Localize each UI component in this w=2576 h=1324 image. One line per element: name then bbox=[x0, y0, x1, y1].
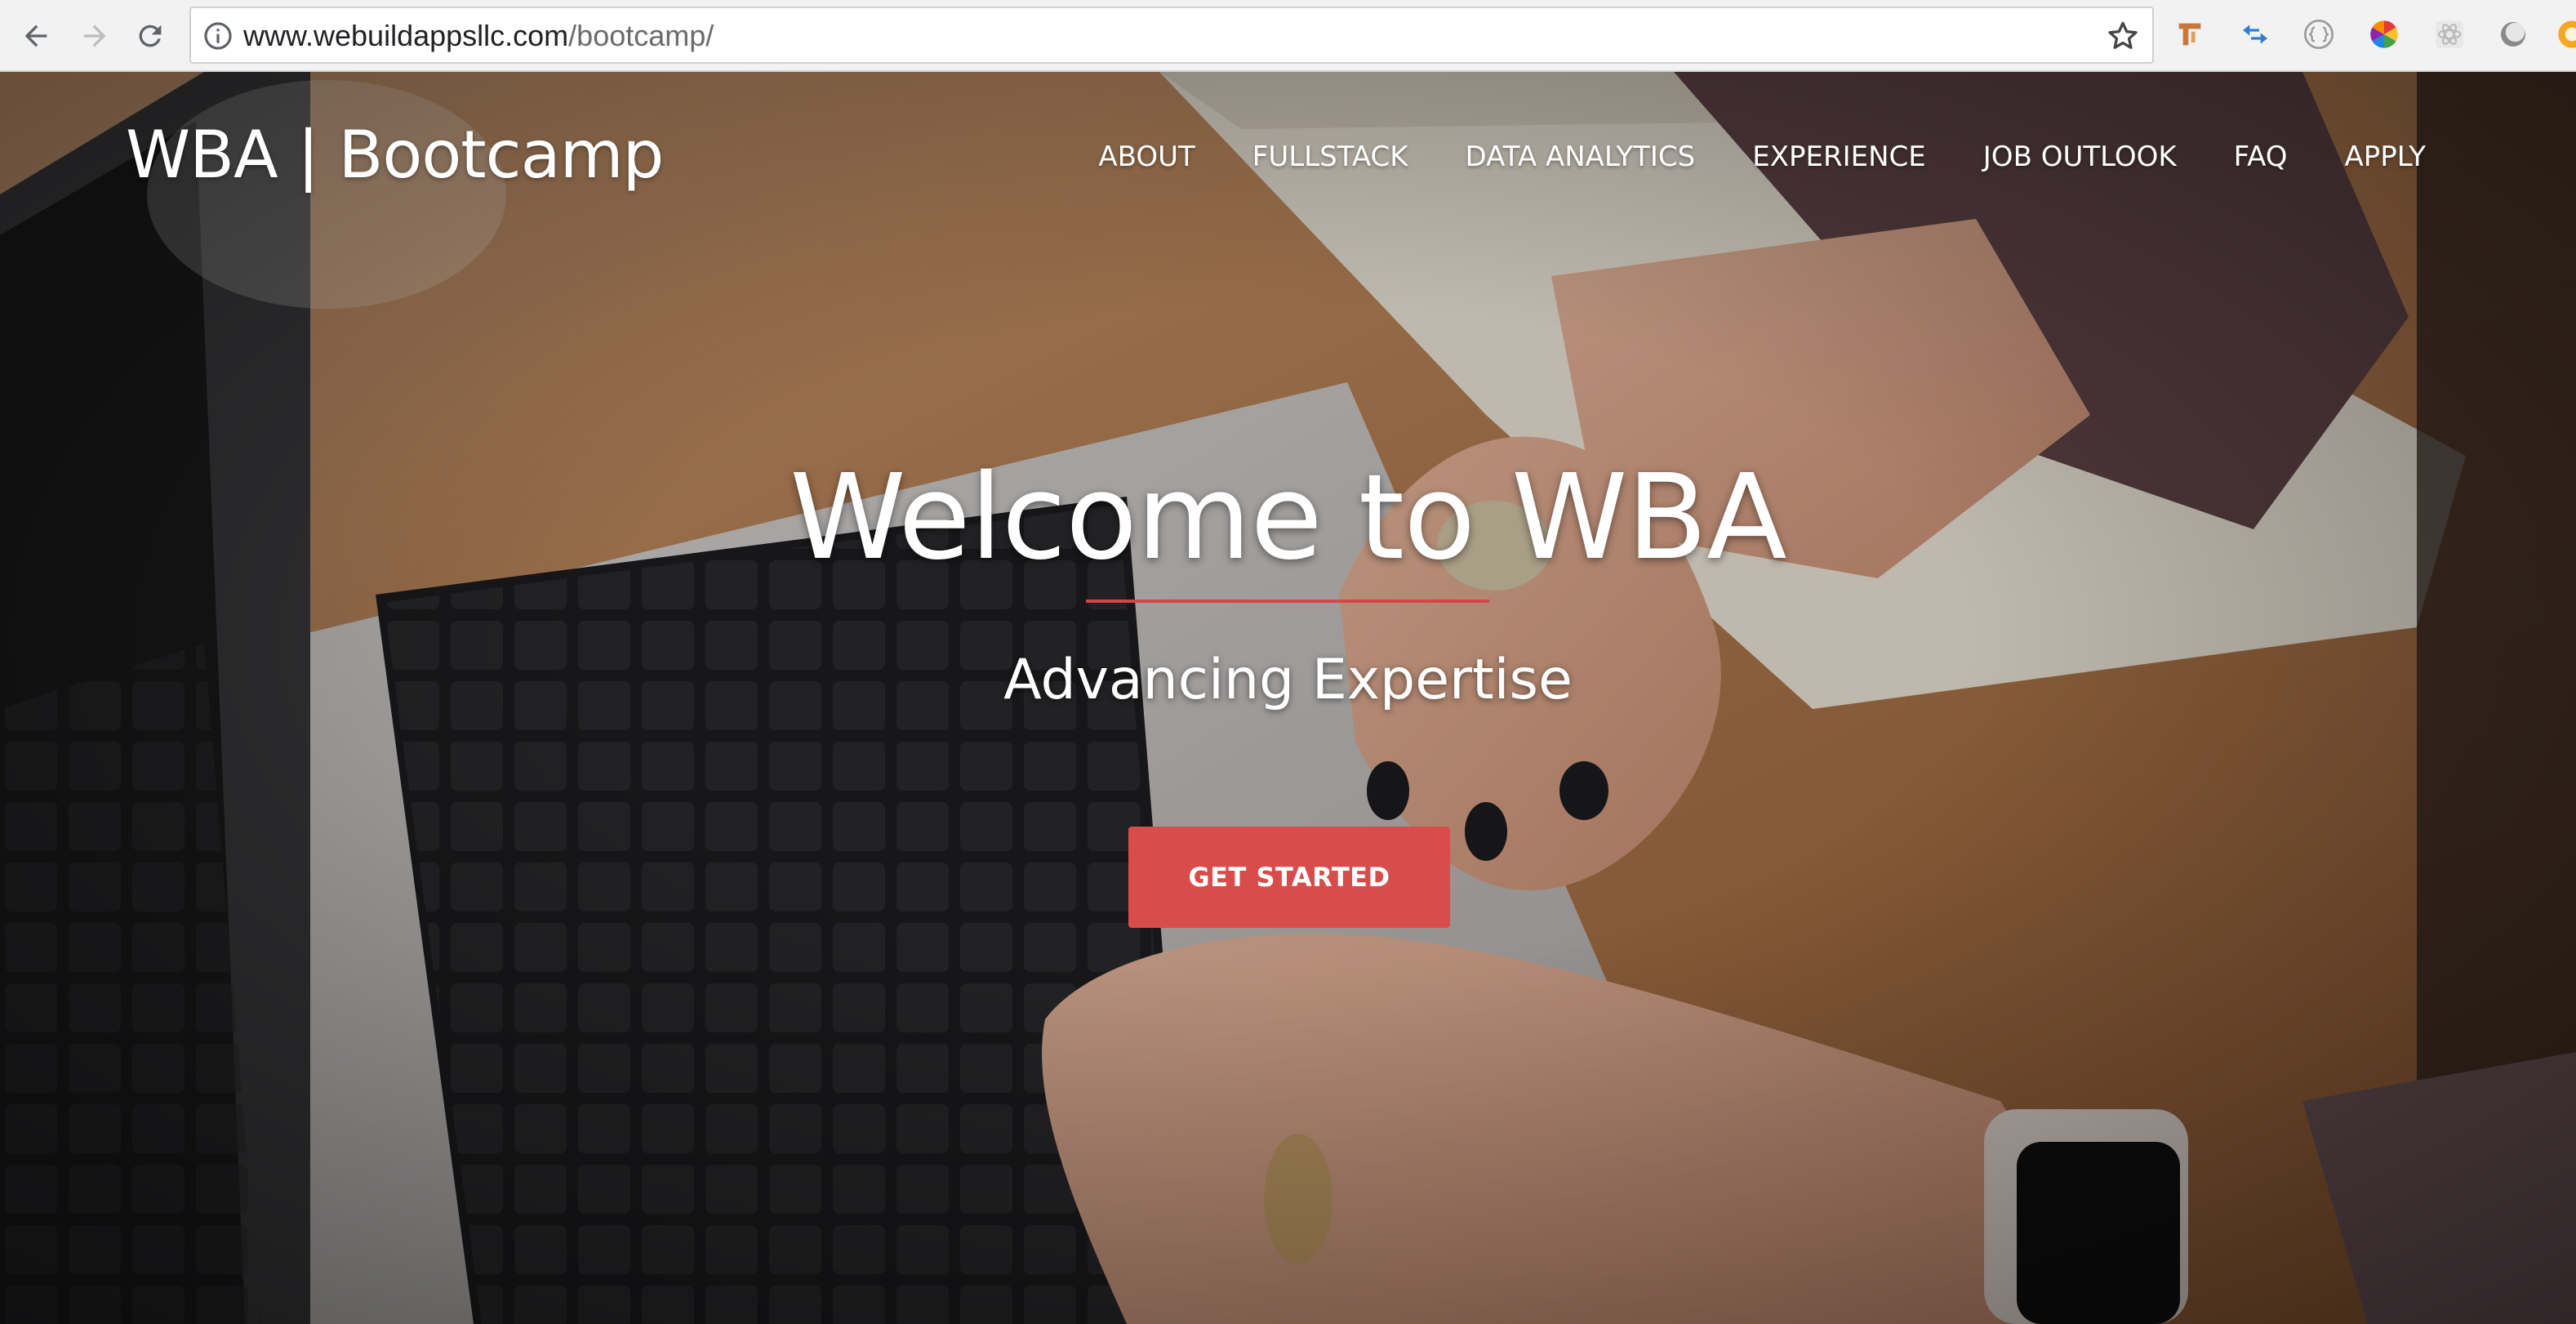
info-icon[interactable] bbox=[202, 20, 234, 51]
address-bar[interactable]: www.webuildappsllc.com/bootcamp/ bbox=[189, 7, 2154, 64]
nav-link-data-analytics[interactable]: DATA ANALYTICS bbox=[1437, 136, 1724, 178]
forward-button[interactable] bbox=[70, 11, 119, 60]
arrows-extension-icon[interactable] bbox=[2237, 16, 2273, 52]
nav-link-experience[interactable]: EXPERIENCE bbox=[1724, 136, 1955, 178]
get-started-button[interactable]: GET STARTED bbox=[1128, 827, 1450, 928]
nav-link-apply[interactable]: APPLY bbox=[2316, 136, 2426, 178]
nav-link-about[interactable]: ABOUT bbox=[1070, 136, 1223, 178]
orange-extension-icon[interactable] bbox=[2556, 16, 2576, 52]
nav-link-job-outlook[interactable]: JOB OUTLOOK bbox=[1955, 136, 2205, 178]
circle-extension-icon[interactable] bbox=[2495, 16, 2531, 52]
reload-button[interactable] bbox=[126, 11, 175, 60]
url-text: www.webuildappsllc.com/bootcamp/ bbox=[243, 18, 714, 54]
url-path: /bootcamp/ bbox=[568, 19, 714, 52]
url-host: www.webuildappsllc.com bbox=[243, 19, 569, 52]
star-icon[interactable] bbox=[2105, 18, 2141, 54]
main-navigation: ABOUT FULLSTACK DATA ANALYTICS EXPERIENC… bbox=[1070, 136, 2426, 178]
code-braces-extension-icon[interactable] bbox=[2301, 16, 2337, 52]
tool-extension-icon[interactable] bbox=[2172, 16, 2208, 52]
nav-link-fullstack[interactable]: FULLSTACK bbox=[1224, 136, 1437, 178]
color-wheel-extension-icon[interactable] bbox=[2366, 16, 2402, 52]
hero-subtitle: Advancing Expertise bbox=[1003, 648, 1573, 712]
site-brand-logo[interactable]: WBA | Bootcamp bbox=[126, 114, 664, 196]
react-extension-icon[interactable] bbox=[2431, 16, 2467, 52]
back-arrow-icon bbox=[24, 25, 47, 47]
nav-link-faq[interactable]: FAQ bbox=[2205, 136, 2316, 178]
reload-icon bbox=[139, 25, 162, 47]
forward-arrow-icon bbox=[83, 25, 106, 47]
back-button[interactable] bbox=[11, 11, 60, 60]
hero-title: Welcome to WBA bbox=[790, 448, 1786, 586]
browser-toolbar: www.webuildappsllc.com/bootcamp/ bbox=[0, 0, 2576, 72]
webpage: WBA | Bootcamp ABOUT FULLSTACK DATA ANAL… bbox=[0, 72, 2576, 1324]
hero-divider bbox=[1086, 600, 1489, 603]
